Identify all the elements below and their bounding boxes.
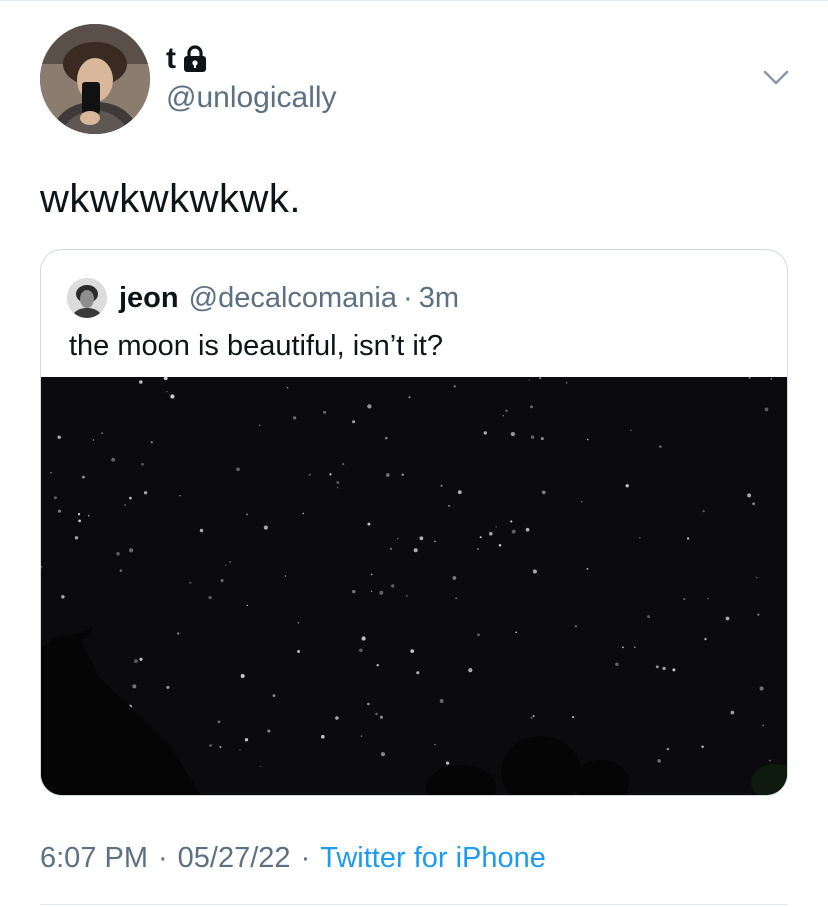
lock-icon [182, 44, 208, 74]
quoted-tweet-card[interactable]: jeon @decalcomania · 3m the moon is beau… [40, 249, 788, 796]
author-handle[interactable]: @unlogically [166, 80, 337, 116]
quoted-separator: · [403, 281, 413, 314]
quoted-handle: @decalcomania [188, 281, 398, 314]
tweet-text: wkwkwkwkwk. [40, 177, 302, 221]
quoted-tweet-media[interactable] [41, 376, 787, 795]
author-name-row: t [166, 42, 208, 76]
tweet-time[interactable]: 6:07 PM [40, 842, 148, 875]
tweet-meta: 6:07 PM · 05/27/22 · Twitter for iPhone [40, 842, 546, 875]
tweet-source-link[interactable]: Twitter for iPhone [320, 842, 546, 875]
top-divider [0, 0, 828, 1]
quoted-author-avatar [67, 278, 107, 318]
bottom-divider [40, 904, 788, 905]
avatar-image [40, 24, 150, 134]
author-display-name[interactable]: t [166, 42, 176, 76]
quoted-timestamp: 3m [418, 281, 459, 314]
meta-separator: · [300, 842, 311, 874]
tweet-date[interactable]: 05/27/22 [178, 842, 291, 875]
quoted-tweet-text: the moon is beautiful, isn’t it? [69, 330, 443, 362]
quoted-tweet-header: jeon @decalcomania · 3m [67, 278, 459, 318]
meta-separator: · [158, 842, 168, 874]
chevron-down-icon[interactable] [760, 66, 792, 90]
night-sky-image [41, 376, 787, 795]
quoted-display-name: jeon [119, 281, 179, 314]
author-avatar[interactable] [40, 24, 150, 134]
